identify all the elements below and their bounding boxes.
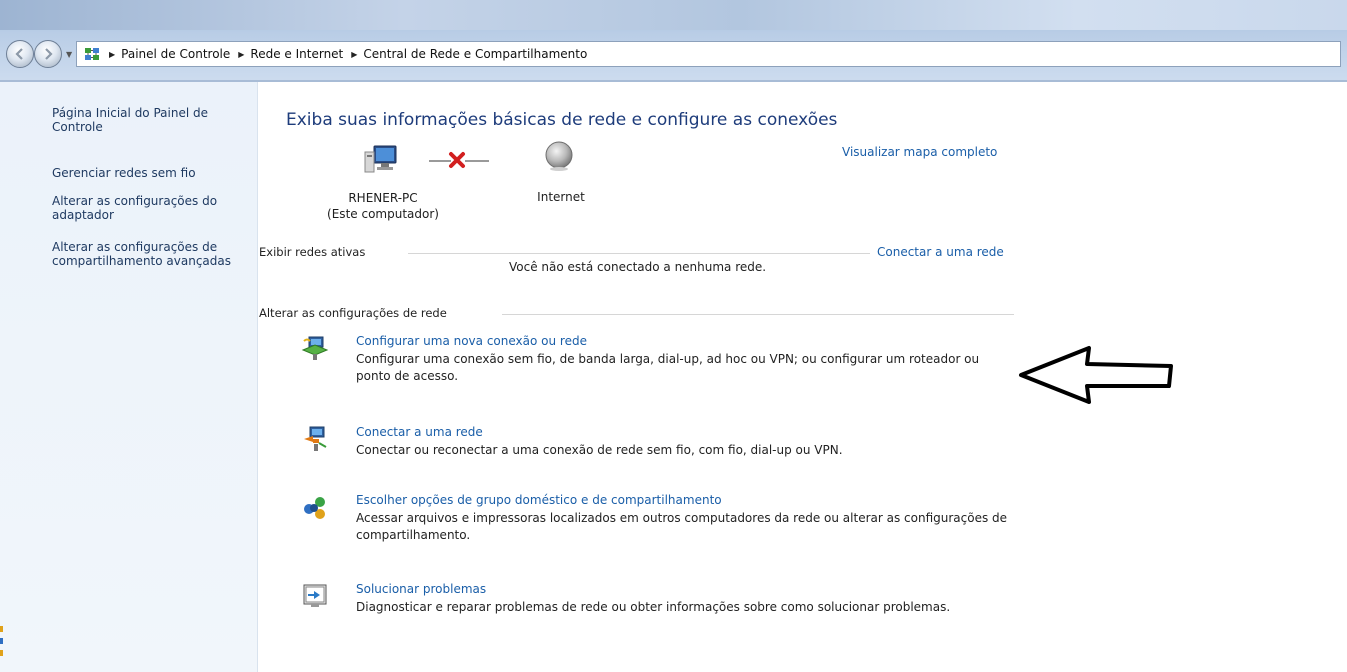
recent-pages-dropdown[interactable]: ▼ bbox=[66, 50, 72, 59]
forward-button[interactable] bbox=[34, 40, 62, 68]
sidebar-link-adapter-settings[interactable]: Alterar as configurações do adaptador bbox=[52, 194, 237, 222]
breadcrumb-separator[interactable]: ▶ bbox=[238, 50, 244, 59]
task-homegroup-sharing: Escolher opções de grupo doméstico e de … bbox=[301, 493, 1021, 549]
computer-subtitle: (Este computador) bbox=[327, 207, 439, 221]
troubleshoot-link[interactable]: Solucionar problemas bbox=[356, 582, 486, 596]
connect-network-link[interactable]: Conectar a uma rede bbox=[356, 425, 483, 439]
back-arrow-icon bbox=[15, 48, 23, 60]
troubleshoot-description: Diagnosticar e reparar problemas de rede… bbox=[356, 600, 951, 614]
breadcrumb-item-control-panel[interactable]: Painel de Controle bbox=[121, 47, 230, 61]
sidebar-link-manage-wireless[interactable]: Gerenciar redes sem fio bbox=[52, 166, 242, 180]
computer-icon[interactable] bbox=[362, 144, 398, 176]
internet-label: Internet bbox=[537, 190, 585, 204]
no-network-message: Você não está conectado a nenhuma rede. bbox=[509, 260, 767, 274]
task-troubleshoot: Solucionar problemas Diagnosticar e repa… bbox=[301, 582, 1021, 622]
connection-line-right bbox=[465, 160, 489, 162]
annotation-arrow-left bbox=[1019, 346, 1173, 404]
setup-new-connection-link[interactable]: Configurar uma nova conexão ou rede bbox=[356, 334, 587, 348]
connect-network-icon[interactable] bbox=[301, 425, 329, 453]
address-bar[interactable]: ▶ Painel de Controle ▶ Rede e Internet ▶… bbox=[76, 41, 1341, 67]
connect-to-network-link[interactable]: Conectar a uma rede bbox=[877, 245, 1004, 259]
breadcrumb-separator[interactable]: ▶ bbox=[109, 50, 115, 59]
internet-globe-icon[interactable] bbox=[543, 140, 575, 172]
computer-name: RHENER-PC bbox=[348, 191, 418, 205]
section-divider bbox=[408, 253, 870, 254]
setup-new-connection-description: Configurar uma conexão sem fio, de banda… bbox=[356, 352, 980, 383]
view-full-map-link[interactable]: Visualizar mapa completo bbox=[842, 145, 997, 159]
sidebar-link-advanced-sharing[interactable]: Alterar as configurações de compartilham… bbox=[52, 240, 252, 268]
task-setup-new-connection: Configurar uma nova conexão ou rede Conf… bbox=[301, 334, 1021, 390]
homegroup-sharing-link[interactable]: Escolher opções de grupo doméstico e de … bbox=[356, 493, 722, 507]
left-navigation-pane: Página Inicial do Painel de Controle Ger… bbox=[0, 82, 258, 672]
control-panel-icon bbox=[85, 48, 99, 60]
computer-label: RHENER-PC (Este computador) bbox=[294, 190, 472, 222]
page-title: Exiba suas informações básicas de rede e… bbox=[286, 110, 838, 130]
new-connection-icon[interactable] bbox=[301, 334, 329, 362]
breadcrumb-item-network-internet[interactable]: Rede e Internet bbox=[250, 47, 343, 61]
homegroup-sharing-description: Acessar arquivos e impressoras localizad… bbox=[356, 511, 1008, 542]
section-divider bbox=[502, 314, 1014, 315]
back-button[interactable] bbox=[6, 40, 34, 68]
main-content: Exiba suas informações básicas de rede e… bbox=[259, 82, 1347, 672]
window-edge-marks bbox=[0, 626, 3, 656]
forward-arrow-icon bbox=[45, 48, 53, 60]
breadcrumb-item-network-sharing-center[interactable]: Central de Rede e Compartilhamento bbox=[363, 47, 587, 61]
task-connect-network: Conectar a uma rede Conectar ou reconect… bbox=[301, 425, 1021, 465]
connect-network-description: Conectar ou reconectar a uma conexão de … bbox=[356, 443, 843, 457]
homegroup-icon[interactable] bbox=[301, 493, 329, 521]
troubleshoot-icon[interactable] bbox=[301, 582, 329, 610]
sidebar-link-control-panel-home[interactable]: Página Inicial do Painel de Controle bbox=[52, 106, 242, 134]
breadcrumb-separator[interactable]: ▶ bbox=[351, 50, 357, 59]
active-networks-title: Exibir redes ativas bbox=[259, 245, 366, 259]
window-titlebar: ▼ ▶ Painel de Controle ▶ Rede e Internet… bbox=[0, 0, 1347, 82]
no-connection-x-icon[interactable] bbox=[447, 150, 467, 170]
navigation-buttons: ▼ bbox=[6, 38, 76, 70]
change-settings-title: Alterar as configurações de rede bbox=[259, 306, 447, 320]
breadcrumb: ▶ Painel de Controle ▶ Rede e Internet ▶… bbox=[105, 47, 587, 61]
